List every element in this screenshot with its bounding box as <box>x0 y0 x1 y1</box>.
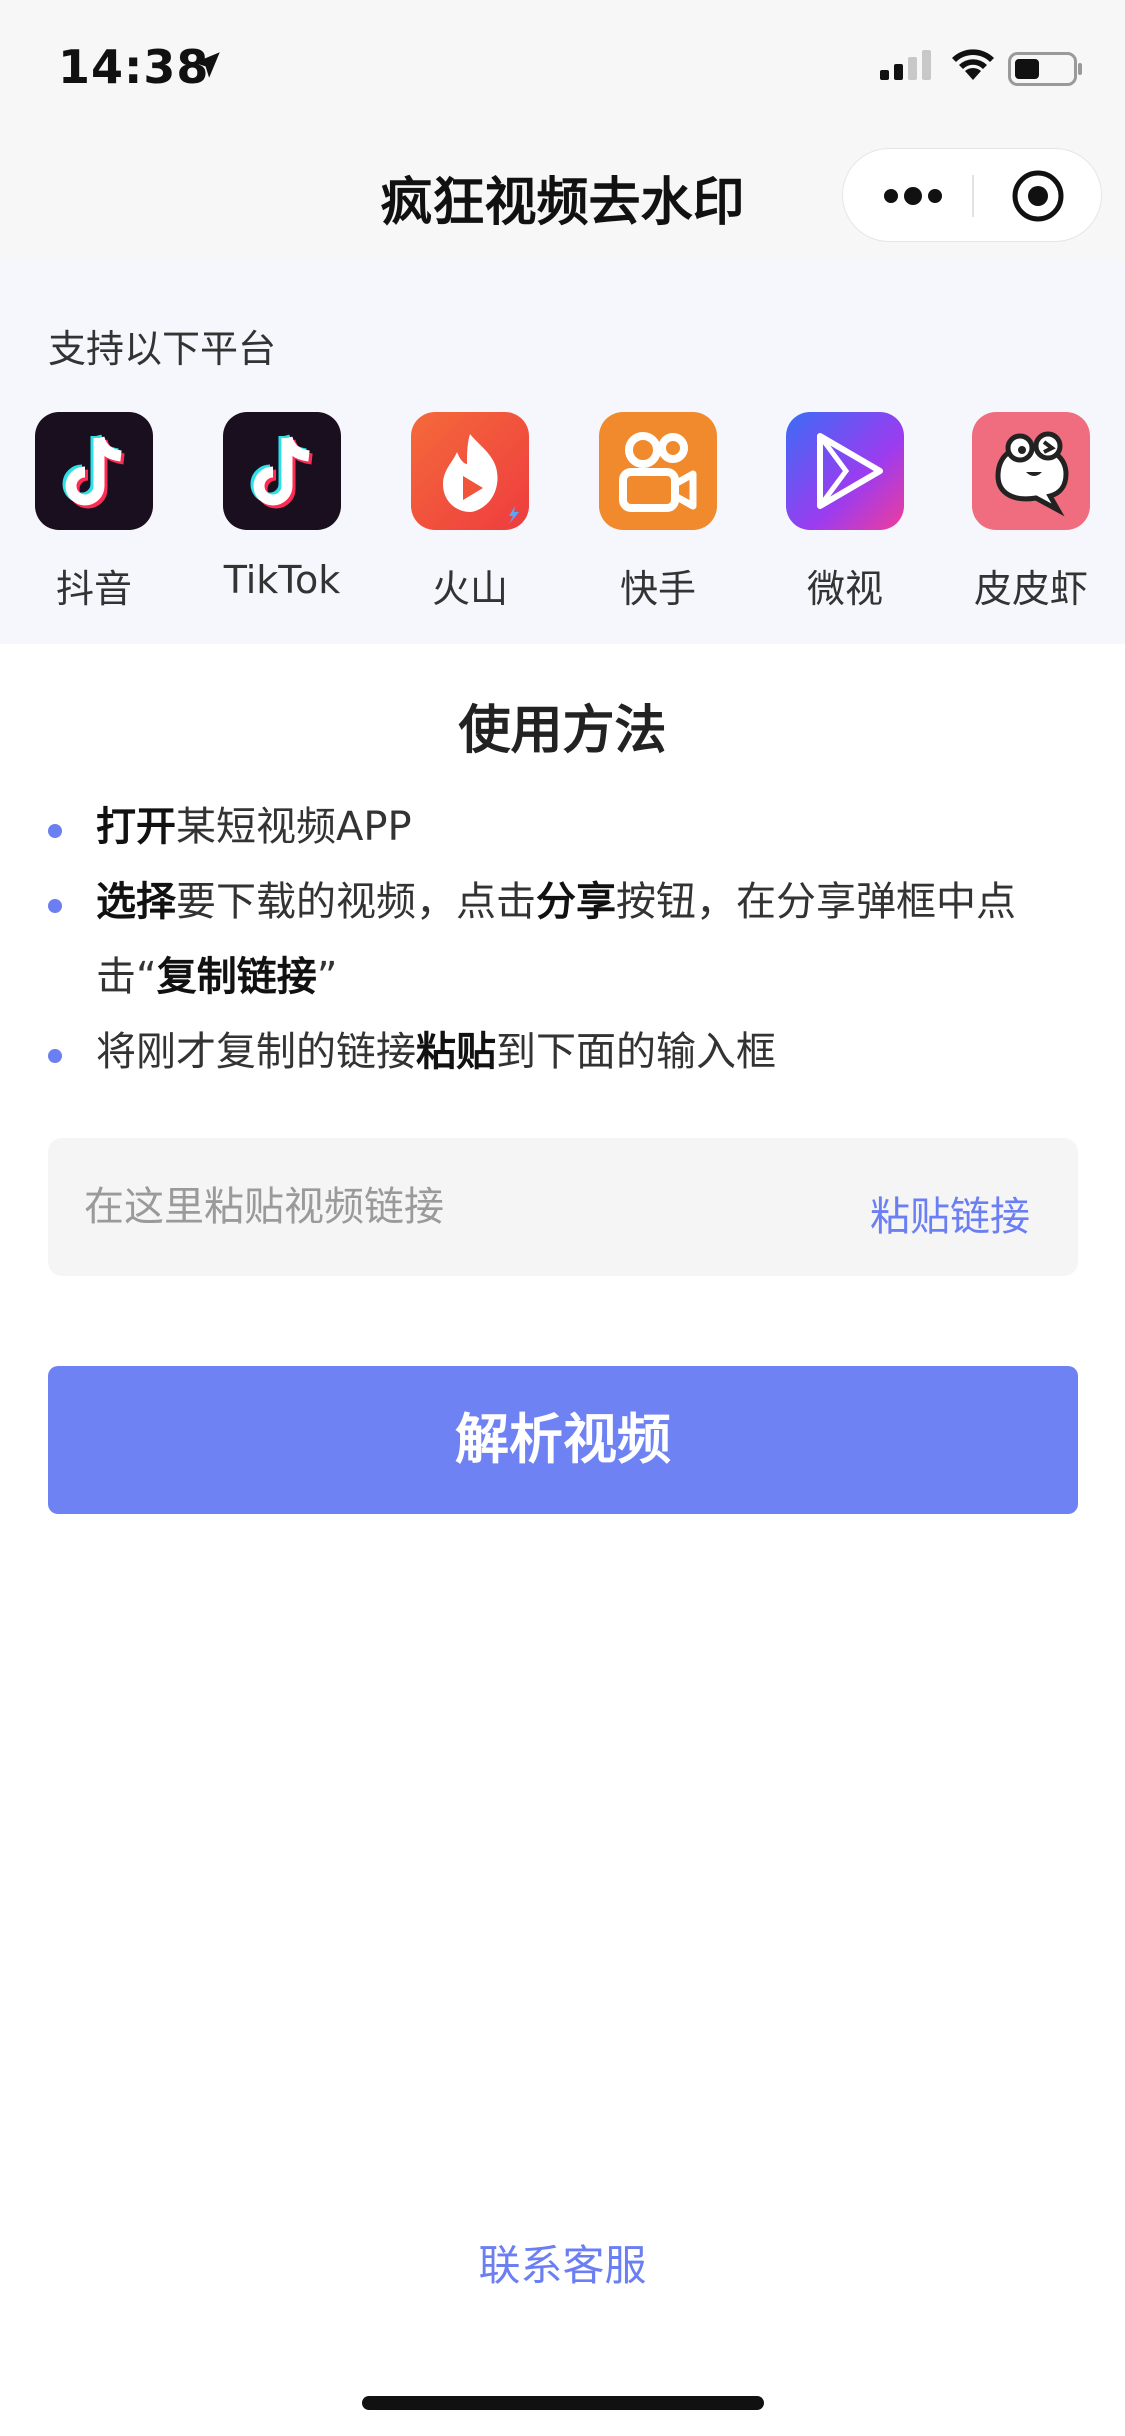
location-arrow-icon <box>194 52 220 78</box>
huoshan-icon <box>411 412 529 530</box>
platform-tiktok: TikTok <box>202 412 362 602</box>
signal-icon <box>880 50 931 80</box>
platform-name: 快手 <box>619 567 696 611</box>
page: 14:38 疯狂视频去水印 支持以下平台 抖音 TikTok 火山 快手 微视 … <box>0 0 1125 2436</box>
pipixia-icon <box>972 412 1090 530</box>
capsule-divider <box>972 175 974 217</box>
platform-name: 皮皮虾 <box>973 567 1088 611</box>
douyin-icon <box>35 412 153 530</box>
video-link-input[interactable] <box>84 1138 844 1276</box>
bullet-dot <box>48 824 62 838</box>
contact-support-link[interactable]: 联系客服 <box>0 2232 1125 2293</box>
wifi-icon <box>952 49 994 80</box>
platforms-section: 支持以下平台 抖音 TikTok 火山 快手 微视 皮皮虾 <box>0 262 1125 644</box>
step-item: 选择要下载的视频，点击分享按钮，在分享弹框中点击“复制链接” <box>48 865 1088 1015</box>
step-text: 到下面的输入框 <box>496 1029 776 1075</box>
kuaishou-icon <box>599 412 717 530</box>
step-bold: 复制链接 <box>156 954 317 1000</box>
battery-icon <box>1008 52 1082 86</box>
platform-weishi: 微视 <box>765 412 925 613</box>
platform-name: TikTok <box>223 558 341 602</box>
close-icon[interactable] <box>1011 169 1065 223</box>
platform-douyin: 抖音 <box>14 412 174 613</box>
step-bold: 选择 <box>96 879 176 925</box>
platform-kuaishou: 快手 <box>578 412 738 613</box>
step-bold: 分享 <box>536 879 616 925</box>
platforms-label: 支持以下平台 <box>48 327 277 371</box>
step-item: 将刚才复制的链接粘贴到下面的输入框 <box>48 1015 1088 1090</box>
step-item: 打开某短视频APP <box>48 790 1088 865</box>
platform-huoshan: 火山 <box>390 412 550 613</box>
bullet-dot <box>48 899 62 913</box>
bullet-dot <box>48 1049 62 1063</box>
weishi-icon <box>786 412 904 530</box>
paste-link-button[interactable]: 粘贴链接 <box>870 1184 1030 1242</box>
step-text: 某短视频APP <box>176 804 412 850</box>
link-input-box: 粘贴链接 <box>48 1138 1078 1276</box>
platform-pipixia: 皮皮虾 <box>951 412 1111 613</box>
platform-name: 抖音 <box>55 567 132 611</box>
step-bold: 粘贴 <box>416 1029 496 1075</box>
platform-name: 火山 <box>431 567 508 611</box>
platform-name: 微视 <box>806 567 883 611</box>
more-icon[interactable] <box>883 183 943 209</box>
step-text: 将刚才复制的链接 <box>96 1029 416 1075</box>
step-bold: 打开 <box>96 804 176 850</box>
top-bar: 14:38 疯狂视频去水印 <box>0 0 1125 262</box>
capsule-menu <box>842 148 1102 242</box>
step-text: ” <box>316 954 338 1000</box>
tiktok-icon <box>223 412 341 530</box>
home-indicator <box>362 2396 764 2410</box>
parse-video-button[interactable]: 解析视频 <box>48 1366 1078 1514</box>
step-text: 要下载的视频，点击 <box>176 879 536 925</box>
usage-steps: 打开某短视频APP 选择要下载的视频，点击分享按钮，在分享弹框中点击“复制链接”… <box>48 790 1088 1090</box>
status-time: 14:38 <box>58 40 210 94</box>
usage-title: 使用方法 <box>458 701 667 761</box>
